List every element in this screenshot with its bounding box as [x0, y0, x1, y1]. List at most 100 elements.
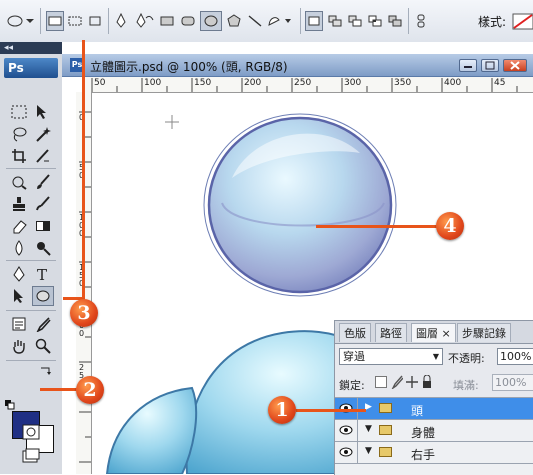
- swap-colors-icon[interactable]: [38, 364, 54, 378]
- move-tool-icon[interactable]: [32, 102, 54, 122]
- callout-line: [296, 409, 366, 412]
- type-tool-icon[interactable]: T: [32, 264, 54, 284]
- paths-icon[interactable]: [66, 11, 84, 31]
- tab-channels[interactable]: 色版: [339, 323, 371, 342]
- pen-icon[interactable]: [112, 11, 130, 31]
- pen-tool-icon[interactable]: [8, 264, 30, 284]
- blend-mode-select[interactable]: 穿過 ▼: [339, 348, 443, 365]
- layer-name: 身體: [411, 426, 436, 440]
- add-to-shape-icon[interactable]: [326, 11, 344, 31]
- eyedropper-icon[interactable]: [32, 314, 54, 334]
- blur-tool-icon[interactable]: [8, 238, 30, 258]
- layer-name: 頭: [411, 404, 424, 418]
- style-swatch-icon[interactable]: [512, 11, 533, 31]
- tab-layers[interactable]: 圖層 ×: [411, 323, 456, 342]
- gradient-tool-icon[interactable]: [32, 216, 54, 236]
- ruler-label: 50: [94, 78, 106, 88]
- lock-transparent-icon[interactable]: [375, 376, 387, 388]
- brush-tool-icon[interactable]: [32, 172, 54, 192]
- quick-mask-icon[interactable]: [20, 422, 42, 442]
- fill-pixels-icon[interactable]: [86, 11, 104, 31]
- svg-text:T: T: [37, 266, 47, 282]
- magic-wand-icon[interactable]: [32, 124, 54, 144]
- collapse-arrow-icon[interactable]: ▼: [365, 446, 372, 456]
- subtract-shape-icon[interactable]: [346, 11, 364, 31]
- ruler-label: 100: [144, 78, 162, 88]
- visibility-eye-icon[interactable]: [339, 423, 353, 437]
- exclude-shape-icon[interactable]: [386, 11, 404, 31]
- layer-row[interactable]: ▼ 右手: [335, 441, 533, 463]
- ruler-label: 45: [494, 78, 506, 88]
- intersect-shape-icon[interactable]: [366, 11, 384, 31]
- notes-tool-icon[interactable]: [8, 314, 30, 334]
- rectangle-icon[interactable]: [158, 11, 176, 31]
- custom-shape-icon[interactable]: [266, 11, 294, 31]
- layer-row[interactable]: [335, 463, 533, 475]
- style-label: 樣式:: [478, 15, 507, 29]
- separator: [6, 310, 56, 311]
- photoshop-logo: Ps: [4, 58, 58, 78]
- line-icon[interactable]: [246, 11, 264, 31]
- panel-grip[interactable]: ◂◂: [0, 42, 62, 54]
- lock-all-icon[interactable]: [421, 374, 433, 392]
- slice-tool-icon[interactable]: [32, 146, 54, 166]
- folder-icon: [379, 425, 392, 435]
- expand-arrow-icon[interactable]: ▶: [365, 402, 372, 412]
- chevron-down-icon: ▼: [432, 352, 439, 361]
- separator: [6, 360, 56, 361]
- lasso-tool-icon[interactable]: [8, 124, 30, 144]
- ellipse-icon[interactable]: [200, 11, 222, 31]
- separator: [357, 420, 358, 441]
- clone-stamp-icon[interactable]: [8, 194, 30, 214]
- fill-field[interactable]: 100%: [492, 374, 533, 391]
- folder-icon: [379, 403, 392, 413]
- marquee-tool-icon[interactable]: [8, 102, 30, 122]
- zoom-tool-icon[interactable]: [32, 336, 54, 356]
- eraser-tool-icon[interactable]: [8, 216, 30, 236]
- maximize-button[interactable]: [481, 59, 499, 72]
- separator: [108, 8, 109, 34]
- ruler-label: 0: [79, 329, 85, 338]
- ruler-label: 250: [294, 78, 312, 88]
- crop-tool-icon[interactable]: [8, 146, 30, 166]
- dodge-tool-icon[interactable]: [32, 238, 54, 258]
- layers-panel: 色版 路徑 圖層 × 步驟記錄 穿過 ▼ 不透明: 100% 鎖定: 填滿: 1…: [334, 320, 533, 475]
- polygon-icon[interactable]: [225, 11, 243, 31]
- options-bar: 樣式:: [0, 0, 533, 43]
- link-icon[interactable]: [412, 11, 430, 31]
- create-new-shape-icon[interactable]: [305, 11, 323, 31]
- default-colors-icon[interactable]: [4, 399, 16, 411]
- close-button[interactable]: [503, 59, 527, 72]
- separator: [357, 442, 358, 463]
- healing-brush-icon[interactable]: [8, 172, 30, 192]
- visibility-eye-icon[interactable]: [339, 445, 353, 459]
- layer-row[interactable]: ▶ 頭: [335, 397, 533, 419]
- opacity-field[interactable]: 100%: [497, 348, 533, 365]
- visibility-eye-icon[interactable]: [339, 401, 353, 415]
- document-titlebar[interactable]: Ps 立體圖示.psd @ 100% (頭, RGB/8): [62, 54, 533, 77]
- minimize-button[interactable]: [459, 59, 477, 72]
- ellipse-tool-icon[interactable]: [4, 11, 34, 31]
- ellipse-shape-tool-icon[interactable]: [32, 286, 54, 306]
- path-selection-icon[interactable]: [8, 286, 30, 306]
- ruler-label: 400: [444, 78, 462, 88]
- separator: [300, 8, 301, 34]
- collapse-arrow-icon[interactable]: ▼: [365, 424, 372, 434]
- freeform-pen-icon[interactable]: [134, 11, 156, 31]
- ruler-label: 350: [394, 78, 412, 88]
- hand-tool-icon[interactable]: [8, 336, 30, 356]
- shape-layers-icon[interactable]: [46, 11, 64, 31]
- tab-paths[interactable]: 路徑: [375, 323, 407, 342]
- lock-position-icon[interactable]: [406, 375, 418, 392]
- history-brush-icon[interactable]: [32, 194, 54, 214]
- lock-pixels-icon[interactable]: [391, 375, 404, 392]
- callout-line: [82, 40, 85, 312]
- screen-mode-icon[interactable]: [20, 446, 42, 466]
- rounded-rectangle-icon[interactable]: [179, 11, 197, 31]
- lock-label: 鎖定:: [339, 379, 365, 392]
- folder-icon: [379, 447, 392, 457]
- callout-badge-1: 1: [268, 396, 296, 424]
- opacity-label: 不透明:: [448, 352, 485, 365]
- layer-row[interactable]: ▼ 身體: [335, 419, 533, 441]
- tab-history[interactable]: 步驟記錄: [457, 323, 511, 342]
